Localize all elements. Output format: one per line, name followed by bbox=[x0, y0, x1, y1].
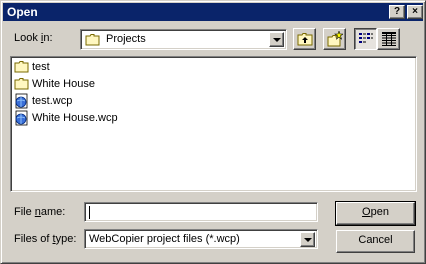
file-name: White House.wcp bbox=[32, 112, 118, 124]
files-of-type-value: WebCopier project files (*.wcp) bbox=[89, 233, 240, 245]
look-in-dropdown-button[interactable] bbox=[269, 32, 284, 47]
open-button[interactable]: Open bbox=[335, 201, 416, 226]
files-of-type-dropdown-button[interactable] bbox=[300, 232, 315, 247]
file-name: White House bbox=[32, 78, 95, 90]
title-bar[interactable]: Open ? × bbox=[3, 3, 423, 21]
details-view-button[interactable] bbox=[377, 28, 400, 50]
chevron-down-icon bbox=[304, 238, 312, 242]
create-new-folder-button[interactable] bbox=[323, 28, 346, 50]
close-button[interactable]: × bbox=[407, 5, 423, 19]
look-in-combobox[interactable]: Projects bbox=[80, 29, 287, 50]
help-button[interactable]: ? bbox=[389, 5, 405, 19]
chevron-down-icon bbox=[273, 38, 281, 42]
file-list[interactable]: test White House test.wcp White House.wc… bbox=[10, 56, 417, 192]
dialog-title: Open bbox=[7, 5, 38, 19]
up-folder-icon bbox=[297, 33, 313, 46]
file-name: test bbox=[32, 61, 50, 73]
up-one-level-button[interactable] bbox=[293, 28, 316, 50]
file-name-input[interactable] bbox=[84, 202, 318, 222]
file-name: test.wcp bbox=[32, 95, 73, 107]
open-dialog: Open ? × Look in: Projects test White Ho… bbox=[0, 0, 426, 264]
text-caret bbox=[89, 206, 90, 219]
look-in-value: Projects bbox=[106, 33, 146, 45]
webcopier-file-icon bbox=[14, 110, 30, 129]
folder-icon bbox=[85, 33, 101, 50]
list-view-icon bbox=[359, 33, 373, 43]
look-in-label: Look in: bbox=[14, 32, 53, 44]
file-name-label: File name: bbox=[14, 206, 66, 218]
files-of-type-combobox[interactable]: WebCopier project files (*.wcp) bbox=[84, 229, 318, 249]
new-folder-icon bbox=[327, 31, 343, 47]
list-view-button[interactable] bbox=[354, 28, 377, 50]
cancel-button[interactable]: Cancel bbox=[336, 230, 415, 253]
files-of-type-label: Files of type: bbox=[14, 233, 77, 245]
details-view-icon bbox=[382, 32, 396, 46]
